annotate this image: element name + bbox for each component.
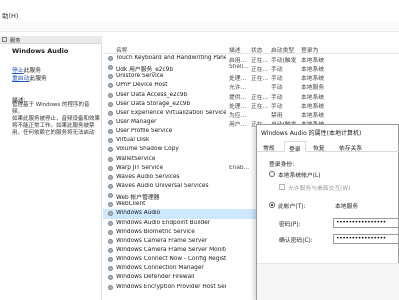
service-gear-icon bbox=[108, 74, 113, 80]
service-name: Volume Shadow Copy bbox=[116, 146, 179, 153]
service-name: Windows Biometric Service bbox=[116, 228, 195, 235]
service-name: Unistore Service bbox=[116, 73, 164, 80]
service-name: Waves Audio Services bbox=[116, 173, 180, 180]
service-name: WalletService bbox=[116, 155, 156, 162]
column-startup-type[interactable]: 启动类型 bbox=[271, 45, 294, 54]
service-gear-icon bbox=[108, 238, 113, 244]
tab-logon[interactable]: 登录 bbox=[284, 141, 306, 153]
menu-bar: 助(H) bbox=[0, 0, 399, 22]
column-header-row: 名称 描述 状态 启动类型 登录为 bbox=[103, 36, 399, 54]
service-row[interactable]: User Data Access_e2c9b 提供... 正在... 手动 本地系统 bbox=[103, 91, 399, 101]
service-name: Touch Keyboard and Handwriting Panel Ser… bbox=[116, 55, 226, 61]
this-account-label: 此帐户(T): bbox=[278, 204, 306, 210]
dialog-footer bbox=[257, 263, 399, 300]
logon-as-label: 登录身份: bbox=[269, 162, 295, 168]
confirm-password-label: 确认密码(C): bbox=[279, 238, 313, 244]
service-name: Windows Audio bbox=[116, 210, 161, 217]
service-name: Windows Connect Now - Config Registrar bbox=[116, 256, 226, 263]
account-value[interactable]: 本地服务 bbox=[335, 201, 358, 210]
service-gear-icon bbox=[108, 284, 113, 290]
column-status[interactable]: 状态 bbox=[251, 45, 263, 54]
service-gear-icon bbox=[108, 65, 113, 71]
service-gear-icon bbox=[108, 211, 113, 217]
service-name: WebClient bbox=[116, 201, 146, 208]
service-gear-icon bbox=[108, 220, 113, 226]
services-nav-tab[interactable]: 服务 bbox=[0, 36, 102, 44]
service-row[interactable]: User Experience Virtualization Service 为应… bbox=[103, 109, 399, 119]
service-gear-icon bbox=[108, 119, 113, 125]
service-gear-icon bbox=[108, 266, 113, 272]
confirm-password-field[interactable]: •••••••••••••••• bbox=[333, 234, 399, 244]
service-name: User Data Storage_e2c9b bbox=[116, 100, 191, 107]
service-gear-icon bbox=[108, 147, 113, 153]
service-name: UPnP Device Host bbox=[116, 82, 168, 89]
description-text: 管理基于 Windows 的程序的音频。 如果此服务被停止，音频设备和效果 将不… bbox=[12, 102, 101, 136]
column-name[interactable]: 名称 bbox=[116, 45, 128, 54]
tab-general[interactable]: 常规 bbox=[263, 143, 275, 152]
service-gear-icon bbox=[108, 110, 113, 116]
service-gear-icon bbox=[108, 275, 113, 281]
dialog-tabs: 常规 登录 恢复 依存关系 bbox=[257, 140, 399, 153]
help-menu[interactable]: 助(H) bbox=[2, 10, 18, 20]
service-gear-icon bbox=[108, 174, 113, 180]
desktop-interact-checkbox[interactable] bbox=[279, 184, 285, 190]
service-name: Windows Audio Endpoint Builder bbox=[116, 219, 211, 226]
this-account-radio[interactable] bbox=[269, 202, 275, 208]
service-row[interactable]: UPnP Device Host 允许... 手动 本地服务 bbox=[103, 81, 399, 91]
service-gear-icon bbox=[108, 165, 113, 171]
gear-icon bbox=[2, 37, 7, 42]
service-gear-icon bbox=[108, 56, 113, 61]
restart-link-suffix: 此服务 bbox=[29, 76, 47, 82]
service-name: Virtual Disk bbox=[116, 137, 150, 144]
column-logon-as[interactable]: 登录为 bbox=[301, 45, 318, 54]
restart-link-text[interactable]: 重启动 bbox=[12, 76, 29, 82]
password-label: 密码(P): bbox=[279, 222, 301, 228]
service-name: Windows Connection Manager bbox=[116, 265, 204, 272]
service-gear-icon bbox=[108, 247, 113, 253]
service-name: Warp JIT Service bbox=[116, 164, 164, 171]
service-gear-icon bbox=[108, 229, 113, 235]
tab-dependencies[interactable]: 依存关系 bbox=[339, 143, 362, 152]
service-row[interactable]: Udk 用户服务_e2c9b Shell... 正在... 手动 本地系统 bbox=[103, 63, 399, 73]
service-gear-icon bbox=[108, 101, 113, 107]
selected-service-title: Windows Audio bbox=[12, 47, 69, 55]
properties-dialog: Windows Audio 的属性(本地计算机) 常规 登录 恢复 依存关系 登… bbox=[256, 124, 399, 300]
service-gear-icon bbox=[108, 257, 113, 263]
service-name: Waves Audio Universal Services bbox=[116, 182, 209, 189]
column-description[interactable]: 描述 bbox=[229, 45, 241, 54]
service-gear-icon bbox=[108, 193, 113, 199]
service-gear-icon bbox=[108, 183, 113, 189]
service-name: User Manager bbox=[116, 118, 157, 125]
nav-label: 服务 bbox=[10, 38, 21, 44]
service-row[interactable]: User Data Storage_e2c9b 处理... 正在... 手动 本地系统 bbox=[103, 100, 399, 110]
service-gear-icon bbox=[108, 156, 113, 162]
service-description: Enab... bbox=[229, 164, 249, 171]
service-description-pane: Windows Audio 停止此服务 重启动此服务 描述: 管理基于 Wind… bbox=[0, 44, 102, 300]
tab-recovery[interactable]: 恢复 bbox=[313, 143, 325, 152]
local-system-label: 本地系统帐户(L) bbox=[278, 173, 321, 179]
dialog-title: Windows Audio 的属性(本地计算机) bbox=[261, 130, 362, 137]
service-name: Windows Camera Frame Server Monitor bbox=[116, 246, 226, 253]
service-name: Windows Encryption Provider Host Service bbox=[116, 283, 226, 290]
service-name: User Experience Virtualization Service bbox=[116, 109, 226, 116]
service-name: Windows Defender Firewall bbox=[116, 274, 195, 281]
toolbar bbox=[0, 22, 399, 32]
service-gear-icon bbox=[108, 83, 113, 89]
service-row[interactable]: Touch Keyboard and Handwriting Panel Ser… bbox=[103, 54, 399, 64]
desktop-interact-label: 允许服务与桌面交互(W) bbox=[288, 186, 351, 192]
service-name: User Data Access_e2c9b bbox=[116, 91, 188, 98]
password-field[interactable]: •••••••••••••••• bbox=[333, 218, 399, 228]
service-name: User Profile Service bbox=[116, 128, 173, 135]
service-gear-icon bbox=[108, 138, 113, 144]
local-system-radio[interactable] bbox=[269, 171, 275, 177]
restart-service-link[interactable]: 重启动此服务 bbox=[12, 73, 47, 82]
service-gear-icon bbox=[108, 92, 113, 98]
service-gear-icon bbox=[108, 202, 113, 208]
service-gear-icon bbox=[108, 129, 113, 135]
service-name: Windows Camera Frame Server bbox=[116, 237, 208, 244]
service-description: Shell... bbox=[229, 64, 249, 71]
service-row[interactable]: Unistore Service 处理... 正在... 手动 本地系统 bbox=[103, 72, 399, 82]
